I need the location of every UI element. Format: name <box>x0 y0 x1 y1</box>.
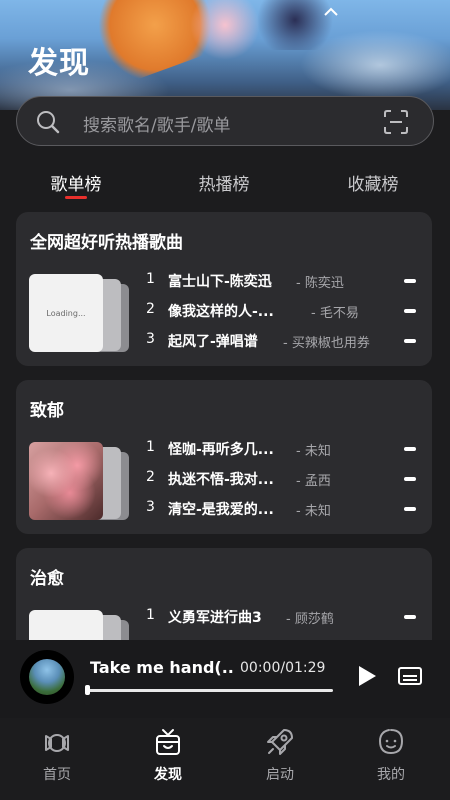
active-tab-indicator <box>65 196 87 199</box>
nav-label: 我的 <box>377 767 405 783</box>
cover-loading-text: Loading... <box>29 274 103 352</box>
profile-icon <box>378 729 404 755</box>
cover-image <box>29 442 103 520</box>
playlist-title: 治愈 <box>30 569 64 589</box>
chevron-up-icon[interactable] <box>322 6 340 18</box>
home-icon <box>45 734 69 752</box>
song-name: 像我这样的人-... <box>168 304 274 320</box>
song-name: 清空-是我爱的... <box>168 502 274 518</box>
discover-icon <box>156 729 180 755</box>
song-row[interactable]: 2 执迷不悟-我对... - 孟西 <box>146 467 416 491</box>
nav-discover[interactable]: 发现 <box>128 726 208 784</box>
song-row[interactable]: 1 义勇军进行曲3 - 顾莎鹤 <box>146 605 416 629</box>
song-row[interactable]: 3 起风了-弹唱谱 - 买辣椒也用券 <box>146 329 416 353</box>
song-number: 1 <box>146 271 155 287</box>
more-icon[interactable] <box>404 279 416 283</box>
more-icon[interactable] <box>404 477 416 481</box>
nav-label: 首页 <box>43 767 71 783</box>
song-name: 起风了-弹唱谱 <box>168 334 258 350</box>
nav-label: 发现 <box>154 767 182 783</box>
song-number: 2 <box>146 301 155 317</box>
nav-home[interactable]: 首页 <box>17 726 97 784</box>
song-artist: - 未知 <box>296 504 331 519</box>
nav-profile[interactable]: 我的 <box>351 726 431 784</box>
song-artist: - 孟西 <box>296 474 331 489</box>
song-row[interactable]: 1 怪咖-再听多几... - 未知 <box>146 437 416 461</box>
playlist-title: 全网超好听热播歌曲 <box>30 233 183 253</box>
more-icon[interactable] <box>404 447 416 451</box>
search-bar[interactable]: 搜索歌名/歌手/歌单 <box>16 96 434 146</box>
song-artist: - 陈奕迅 <box>296 276 344 291</box>
tab-hot-rank[interactable]: 热播榜 <box>174 170 274 195</box>
mini-player[interactable]: Take me hand(.. 00:00/01:29 <box>0 640 450 718</box>
playlist-card[interactable]: 致郁 1 怪咖-再听多几... - 未知 2 执迷不悟-我对... - 孟西 3… <box>16 380 432 534</box>
playlist-cover[interactable] <box>29 442 133 522</box>
album-disc[interactable] <box>20 650 74 704</box>
search-icon <box>37 111 60 134</box>
tab-favorite-rank[interactable]: 收藏榜 <box>323 170 423 195</box>
progress-track[interactable] <box>87 689 333 692</box>
song-name: 义勇军进行曲3 <box>168 610 262 626</box>
song-name: 富士山下-陈奕迅 <box>168 274 272 290</box>
tab-playlist-rank[interactable]: 歌单榜 <box>26 170 126 195</box>
song-number: 2 <box>146 469 155 485</box>
song-number: 1 <box>146 607 155 623</box>
nav-label: 启动 <box>266 767 294 783</box>
play-icon[interactable] <box>356 664 378 688</box>
song-artist: - 毛不易 <box>311 306 359 321</box>
more-icon[interactable] <box>404 339 416 343</box>
playback-time: 00:00/01:29 <box>240 660 326 676</box>
album-art <box>29 659 65 695</box>
search-placeholder: 搜索歌名/歌手/歌单 <box>83 116 231 136</box>
now-playing-title: Take me hand(.. <box>90 658 234 677</box>
playlist-card[interactable]: 全网超好听热播歌曲 Loading... 1 富士山下-陈奕迅 - 陈奕迅 2 … <box>16 212 432 366</box>
song-row[interactable]: 3 清空-是我爱的... - 未知 <box>146 497 416 521</box>
nav-launch[interactable]: 启动 <box>240 726 320 784</box>
song-artist: - 买辣椒也用券 <box>283 336 370 351</box>
more-icon[interactable] <box>404 507 416 511</box>
song-number: 3 <box>146 499 155 515</box>
playlist-cover[interactable]: Loading... <box>29 274 133 354</box>
song-row[interactable]: 1 富士山下-陈奕迅 - 陈奕迅 <box>146 269 416 293</box>
more-icon[interactable] <box>404 309 416 313</box>
song-number: 1 <box>146 439 155 455</box>
more-icon[interactable] <box>404 615 416 619</box>
banner-cloud <box>300 30 450 100</box>
scan-icon[interactable] <box>383 109 409 135</box>
song-name: 执迷不悟-我对... <box>168 472 274 488</box>
rocket-icon <box>267 729 293 755</box>
song-name: 怪咖-再听多几... <box>168 442 274 458</box>
ranking-tabs: 歌单榜 热播榜 收藏榜 <box>0 168 450 202</box>
playlist-icon[interactable] <box>398 666 422 686</box>
song-row[interactable]: 2 像我这样的人-... - 毛不易 <box>146 299 416 323</box>
song-artist: - 未知 <box>296 444 331 459</box>
playlist-title: 致郁 <box>30 401 64 421</box>
page-title: 发现 <box>28 46 90 81</box>
song-artist: - 顾莎鹤 <box>286 612 334 627</box>
bottom-nav: 首页 发现 启动 我的 <box>0 718 450 800</box>
progress-knob[interactable] <box>85 685 90 695</box>
song-number: 3 <box>146 331 155 347</box>
